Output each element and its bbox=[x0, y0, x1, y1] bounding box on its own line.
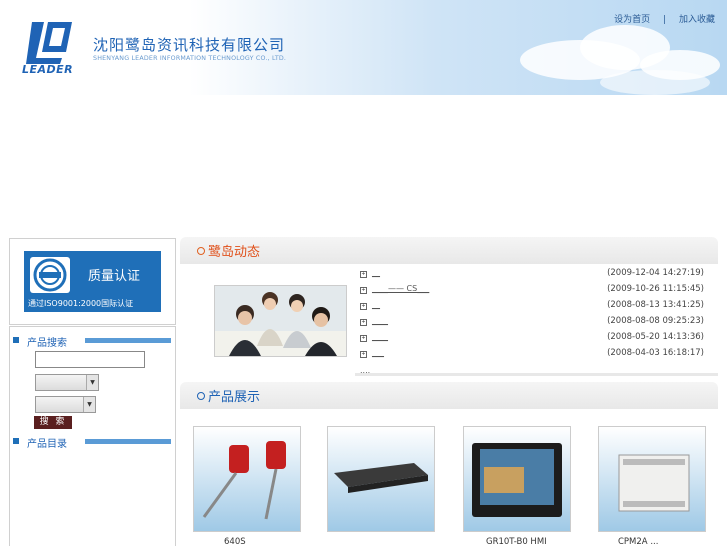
header-banner: LEADER 沈阳鹭岛资讯科技有限公司 SHENYANG LEADER INFO… bbox=[0, 0, 727, 95]
company-logo-icon[interactable] bbox=[22, 18, 74, 64]
news-item-date: (2008-05-20 14:13:36) bbox=[607, 332, 704, 342]
plus-icon: + bbox=[360, 335, 367, 342]
news-item-date: (2009-10-26 11:15:45) bbox=[607, 284, 704, 294]
list-item[interactable]: + ____ (2008-05-20 14:13:36) bbox=[360, 332, 710, 349]
products-panel-header: 产品展示 bbox=[180, 382, 718, 409]
cert-title: 质量认证 bbox=[88, 269, 141, 284]
link-separator: | bbox=[663, 15, 667, 25]
product-image[interactable] bbox=[463, 426, 571, 532]
news-item-date: (2009-12-04 14:27:19) bbox=[607, 268, 704, 278]
square-bullet-icon bbox=[13, 337, 19, 343]
plus-icon: + bbox=[360, 271, 367, 278]
news-item-title[interactable]: __ bbox=[372, 300, 380, 309]
list-item[interactable]: + __ (2008-08-13 13:41:25) bbox=[360, 300, 710, 317]
add-favorite-link[interactable]: 加入收藏 bbox=[679, 12, 715, 25]
news-item-date: (2008-08-08 09:25:23) bbox=[607, 316, 704, 326]
heading-bar bbox=[85, 439, 171, 444]
search-input[interactable] bbox=[35, 351, 145, 368]
search-button[interactable]: 搜 索 bbox=[34, 416, 72, 429]
circle-bullet-icon bbox=[197, 247, 205, 255]
news-panel-header: 鹭岛动态 bbox=[180, 237, 718, 264]
products-title: 产品展示 bbox=[208, 390, 261, 405]
logo-text: LEADER bbox=[22, 63, 74, 76]
list-item[interactable]: + ___ (2008-04-03 16:18:17) bbox=[360, 348, 710, 365]
list-item[interactable]: + __ (2009-12-04 14:27:19) bbox=[360, 268, 710, 285]
set-homepage-link[interactable]: 设为首页 bbox=[614, 12, 650, 25]
news-title: 鹭岛动态 bbox=[208, 245, 261, 260]
company-name-cn: 沈阳鹭岛资讯科技有限公司 bbox=[93, 36, 286, 54]
category-select[interactable]: ▼ bbox=[35, 374, 99, 391]
news-photo bbox=[214, 285, 347, 357]
product-catalog-label: 产品目录 bbox=[27, 439, 67, 450]
quality-cert-banner[interactable]: 质量认证 通过ISO9001:2000国际认证 bbox=[24, 251, 161, 312]
chevron-down-icon: ▼ bbox=[83, 397, 95, 412]
product-image[interactable] bbox=[598, 426, 706, 532]
news-item-date: (2008-04-03 16:18:17) bbox=[607, 348, 704, 358]
plus-icon: + bbox=[360, 319, 367, 326]
plus-icon: + bbox=[360, 287, 367, 294]
news-item-title[interactable]: ____ bbox=[372, 316, 388, 325]
news-item-date: (2008-08-13 13:41:25) bbox=[607, 300, 704, 310]
product-search-heading: 产品搜索 bbox=[13, 335, 171, 349]
divider bbox=[355, 373, 718, 376]
cic-logo-icon bbox=[30, 257, 70, 293]
plus-icon: + bbox=[360, 303, 367, 310]
company-name-en: SHENYANG LEADER INFORMATION TECHNOLOGY C… bbox=[93, 55, 287, 62]
cert-subtitle: 通过ISO9001:2000国际认证 bbox=[28, 299, 134, 308]
list-item[interactable]: + ____—— CS___ (2009-10-26 11:15:45) bbox=[360, 284, 710, 301]
type-select[interactable]: ▼ bbox=[35, 396, 96, 413]
top-links: 设为首页 | 加入收藏 bbox=[614, 12, 715, 25]
product-search-label: 产品搜索 bbox=[27, 338, 67, 349]
square-bullet-icon bbox=[13, 438, 19, 444]
product-image[interactable] bbox=[327, 426, 435, 532]
sidebar-cert-box: 质量认证 通过ISO9001:2000国际认证 bbox=[9, 238, 176, 325]
product-caption[interactable]: CPM2A ... bbox=[618, 537, 658, 547]
sidebar-search-box: 产品搜索 ▼ ▼ 搜 索 产品目录 bbox=[9, 326, 176, 546]
chevron-down-icon: ▼ bbox=[86, 375, 98, 390]
news-item-title[interactable]: ___ bbox=[372, 348, 384, 357]
plus-icon: + bbox=[360, 351, 367, 358]
circle-bullet-icon bbox=[197, 392, 205, 400]
news-item-title[interactable]: __ bbox=[372, 268, 380, 277]
product-image[interactable] bbox=[193, 426, 301, 532]
product-catalog-heading: 产品目录 bbox=[13, 436, 171, 450]
product-caption[interactable]: 640S bbox=[224, 537, 246, 547]
cloud-decoration bbox=[600, 70, 710, 95]
heading-bar bbox=[85, 338, 171, 343]
news-item-title[interactable]: ____—— CS___ bbox=[372, 284, 429, 293]
product-caption[interactable]: GR10T-B0 HMI bbox=[486, 537, 547, 547]
list-item[interactable]: + ____ (2008-08-08 09:25:23) bbox=[360, 316, 710, 333]
news-list: + __ (2009-12-04 14:27:19) + ____—— CS__… bbox=[360, 268, 710, 365]
news-item-title[interactable]: ____ bbox=[372, 332, 388, 341]
